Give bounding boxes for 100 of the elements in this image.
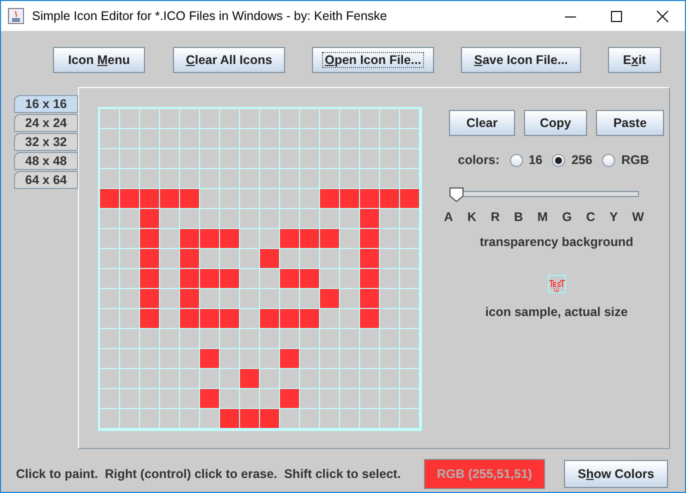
pixel-cell[interactable] (260, 129, 280, 149)
pixel-cell[interactable] (160, 129, 180, 149)
pixel-cell[interactable] (120, 109, 140, 129)
pixel-cell[interactable] (100, 169, 120, 189)
pixel-cell[interactable] (340, 189, 360, 209)
pixel-cell[interactable] (300, 189, 320, 209)
pixel-cell[interactable] (300, 369, 320, 389)
pixel-cell[interactable] (380, 189, 400, 209)
pixel-cell[interactable] (140, 249, 160, 269)
pixel-cell[interactable] (340, 409, 360, 429)
radio-button[interactable] (552, 154, 566, 167)
pixel-cell[interactable] (400, 289, 420, 309)
pixel-cell[interactable] (340, 209, 360, 229)
pixel-cell[interactable] (140, 309, 160, 329)
radio-button[interactable] (510, 154, 523, 167)
pixel-cell[interactable] (280, 269, 300, 289)
pixel-cell[interactable] (360, 249, 380, 269)
edit-button[interactable]: Copy (524, 110, 587, 136)
size-tab[interactable]: 48 x 48 (14, 152, 78, 170)
pixel-cell[interactable] (160, 169, 180, 189)
pixel-cell[interactable] (240, 369, 260, 389)
size-tab[interactable]: 32 x 32 (14, 133, 78, 151)
pixel-cell[interactable] (220, 389, 240, 409)
pixel-cell[interactable] (140, 409, 160, 429)
pixel-cell[interactable] (340, 129, 360, 149)
pixel-cell[interactable] (260, 329, 280, 349)
pixel-cell[interactable] (300, 149, 320, 169)
pixel-cell[interactable] (180, 349, 200, 369)
pixel-cell[interactable] (320, 209, 340, 229)
pixel-cell[interactable] (200, 289, 220, 309)
pixel-cell[interactable] (180, 249, 200, 269)
pixel-cell[interactable] (220, 289, 240, 309)
pixel-cell[interactable] (180, 329, 200, 349)
pixel-cell[interactable] (200, 349, 220, 369)
pixel-cell[interactable] (280, 369, 300, 389)
pixel-cell[interactable] (160, 349, 180, 369)
pixel-cell[interactable] (220, 189, 240, 209)
pixel-cell[interactable] (320, 169, 340, 189)
pixel-cell[interactable] (160, 189, 180, 209)
pixel-cell[interactable] (380, 389, 400, 409)
pixel-cell[interactable] (140, 189, 160, 209)
pixel-cell[interactable] (360, 129, 380, 149)
pixel-cell[interactable] (240, 229, 260, 249)
pixel-cell[interactable] (240, 109, 260, 129)
pixel-cell[interactable] (400, 409, 420, 429)
pixel-cell[interactable] (120, 369, 140, 389)
pixel-cell[interactable] (100, 269, 120, 289)
pixel-cell[interactable] (400, 249, 420, 269)
slider-thumb[interactable] (449, 186, 464, 202)
pixel-cell[interactable] (300, 209, 320, 229)
pixel-cell[interactable] (120, 389, 140, 409)
pixel-cell[interactable] (140, 149, 160, 169)
size-tab[interactable]: 64 x 64 (14, 171, 78, 189)
pixel-cell[interactable] (100, 349, 120, 369)
pixel-cell[interactable] (120, 269, 140, 289)
pixel-cell[interactable] (160, 289, 180, 309)
pixel-cell[interactable] (120, 289, 140, 309)
pixel-cell[interactable] (160, 389, 180, 409)
pixel-cell[interactable] (200, 209, 220, 229)
pixel-cell[interactable] (380, 289, 400, 309)
pixel-cell[interactable] (280, 209, 300, 229)
pixel-cell[interactable] (300, 329, 320, 349)
toolbar-button[interactable]: Open Icon File... (312, 47, 434, 73)
pixel-cell[interactable] (200, 389, 220, 409)
pixel-cell[interactable] (400, 389, 420, 409)
pixel-cell[interactable] (260, 269, 280, 289)
pixel-cell[interactable] (280, 409, 300, 429)
pixel-cell[interactable] (280, 229, 300, 249)
pixel-cell[interactable] (180, 389, 200, 409)
pixel-cell[interactable] (220, 329, 240, 349)
pixel-cell[interactable] (280, 109, 300, 129)
pixel-cell[interactable] (340, 329, 360, 349)
pixel-cell[interactable] (380, 349, 400, 369)
slider[interactable] (449, 186, 639, 202)
pixel-cell[interactable] (260, 149, 280, 169)
size-tab[interactable]: 16 x 16 (14, 95, 78, 113)
pixel-cell[interactable] (380, 309, 400, 329)
pixel-cell[interactable] (300, 249, 320, 269)
pixel-cell[interactable] (260, 109, 280, 129)
pixel-cell[interactable] (380, 329, 400, 349)
pixel-cell[interactable] (180, 129, 200, 149)
pixel-cell[interactable] (120, 349, 140, 369)
pixel-cell[interactable] (280, 389, 300, 409)
pixel-cell[interactable] (220, 249, 240, 269)
pixel-cell[interactable] (240, 209, 260, 229)
pixel-cell[interactable] (200, 409, 220, 429)
pixel-cell[interactable] (160, 309, 180, 329)
pixel-cell[interactable] (260, 249, 280, 269)
pixel-cell[interactable] (400, 149, 420, 169)
pixel-cell[interactable] (340, 149, 360, 169)
pixel-cell[interactable] (220, 229, 240, 249)
pixel-cell[interactable] (340, 249, 360, 269)
pixel-cell[interactable] (380, 269, 400, 289)
pixel-cell[interactable] (260, 349, 280, 369)
pixel-cell[interactable] (280, 289, 300, 309)
pixel-cell[interactable] (280, 129, 300, 149)
pixel-cell[interactable] (360, 149, 380, 169)
pixel-cell[interactable] (380, 409, 400, 429)
pixel-cell[interactable] (100, 109, 120, 129)
pixel-cell[interactable] (300, 349, 320, 369)
